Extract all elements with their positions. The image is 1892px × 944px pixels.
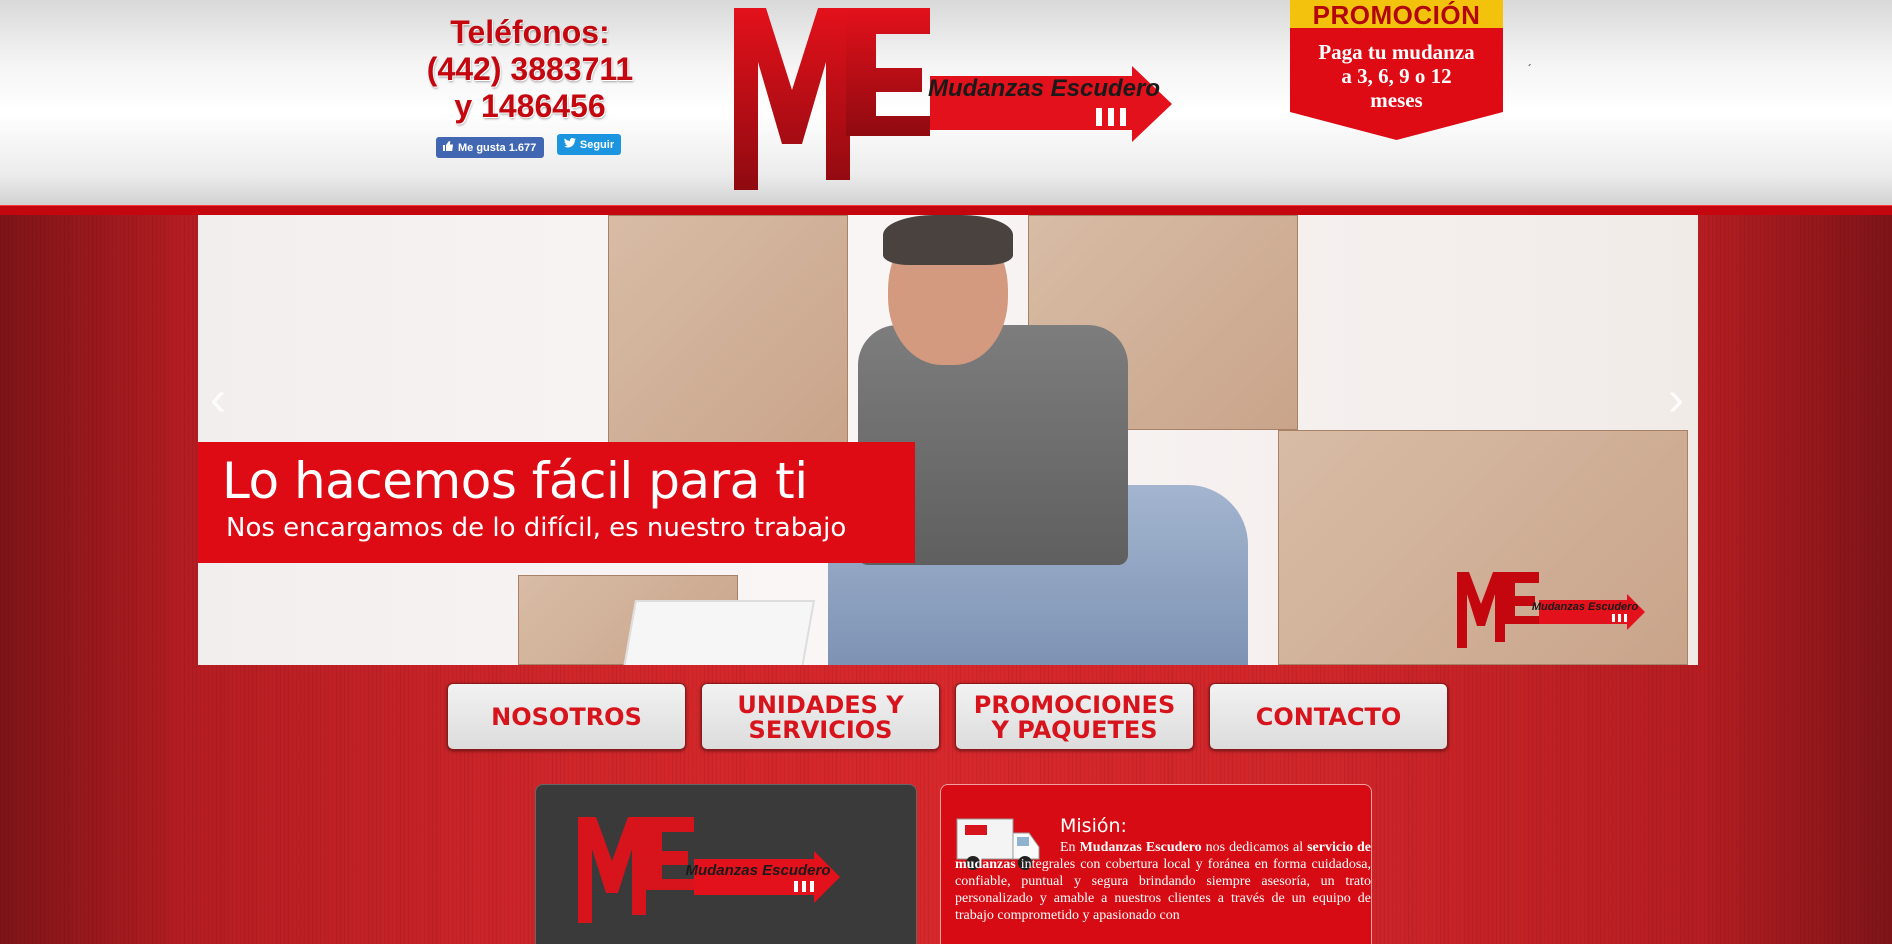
twitter-follow-label: Seguir — [579, 138, 615, 151]
mission-text-part: En — [1060, 840, 1080, 855]
mission-title: Misión: — [1060, 815, 1127, 837]
nav-unidades-button[interactable]: UNIDADES Y SERVICIOS — [701, 683, 940, 750]
site-logo[interactable]: Mudanzas Escudero — [730, 4, 1245, 194]
slide-logo-name: Mudanzas Escudero — [1532, 601, 1639, 613]
mission-text-part: nos dedicamos al — [1201, 840, 1308, 855]
phones-title: Teléfonos: — [450, 14, 610, 50]
mission-text-part: integrales con cobertura local y foránea… — [955, 857, 1371, 923]
slide-caption: Lo hacemos fácil para ti Nos encargamos … — [198, 442, 915, 563]
panel-logo: Mudanzas Escudero — [576, 815, 876, 925]
thumbs-up-icon — [442, 140, 454, 155]
cardboard-box — [608, 215, 848, 445]
person-hair — [883, 215, 1013, 265]
promo-line-3: meses — [1370, 88, 1423, 112]
logo-name: Mudanzas Escudero — [928, 75, 1160, 102]
slide-subtitle: Nos encargamos de lo difícil, es nuestro… — [226, 513, 847, 543]
promo-badge[interactable]: PROMOCIÓN Paga tu mudanza a 3, 6, 9 o 12… — [1290, 0, 1503, 140]
promo-line-1: Paga tu mudanza — [1318, 40, 1475, 64]
promo-title: PROMOCIÓN — [1290, 0, 1503, 30]
twitter-bird-icon — [563, 138, 576, 151]
slide-title: Lo hacemos fácil para ti — [222, 452, 808, 510]
hero-slider[interactable]: Lo hacemos fácil para ti Nos encargamos … — [198, 215, 1698, 665]
laptop-image — [620, 600, 816, 665]
twitter-follow-button[interactable]: Seguir — [557, 134, 621, 155]
mission-panel: Misión: En Mudanzas Escudero nos dedicam… — [940, 784, 1372, 944]
facebook-like-label: Me gusta 1.677 — [458, 141, 537, 154]
nav-label: UNIDADES Y — [737, 690, 904, 719]
nav-contacto-button[interactable]: CONTACTO — [1209, 683, 1448, 750]
logo-panel: Mudanzas Escudero — [535, 784, 917, 944]
nav-label-2: Y PAQUETES — [991, 715, 1158, 744]
nav-label: CONTACTO — [1255, 703, 1402, 731]
stray-mark: ´ — [1528, 62, 1532, 76]
nav-label: PROMOCIONES — [973, 690, 1176, 719]
header-divider — [0, 205, 1892, 215]
mission-brand: Mudanzas Escudero — [1079, 840, 1202, 855]
chevron-left-icon[interactable]: ‹ — [202, 375, 234, 425]
phone-block: Teléfonos: (442) 3883711 y 1486456 — [380, 14, 680, 125]
promo-body: Paga tu mudanza a 3, 6, 9 o 12 meses — [1290, 28, 1503, 140]
promo-line-2: a 3, 6, 9 o 12 — [1341, 64, 1452, 88]
panel-logo-name: Mudanzas Escudero — [685, 862, 830, 879]
slide-logo: Mudanzas Escudero — [1455, 570, 1675, 650]
nav-promociones-button[interactable]: PROMOCIONES Y PAQUETES — [955, 683, 1194, 750]
nav-label: NOSOTROS — [491, 703, 642, 731]
nav-label-2: SERVICIOS — [748, 715, 893, 744]
phone-number-2[interactable]: y 1486456 — [380, 88, 680, 125]
site-header: Teléfonos: (442) 3883711 y 1486456 Me gu… — [0, 0, 1892, 205]
facebook-like-button[interactable]: Me gusta 1.677 — [436, 137, 544, 158]
nav-nosotros-button[interactable]: NOSOTROS — [447, 683, 686, 750]
mission-text: En Mudanzas Escudero nos dedicamos al se… — [955, 839, 1371, 924]
chevron-right-icon[interactable]: › — [1660, 375, 1692, 425]
phone-number-1[interactable]: (442) 3883711 — [380, 51, 680, 88]
